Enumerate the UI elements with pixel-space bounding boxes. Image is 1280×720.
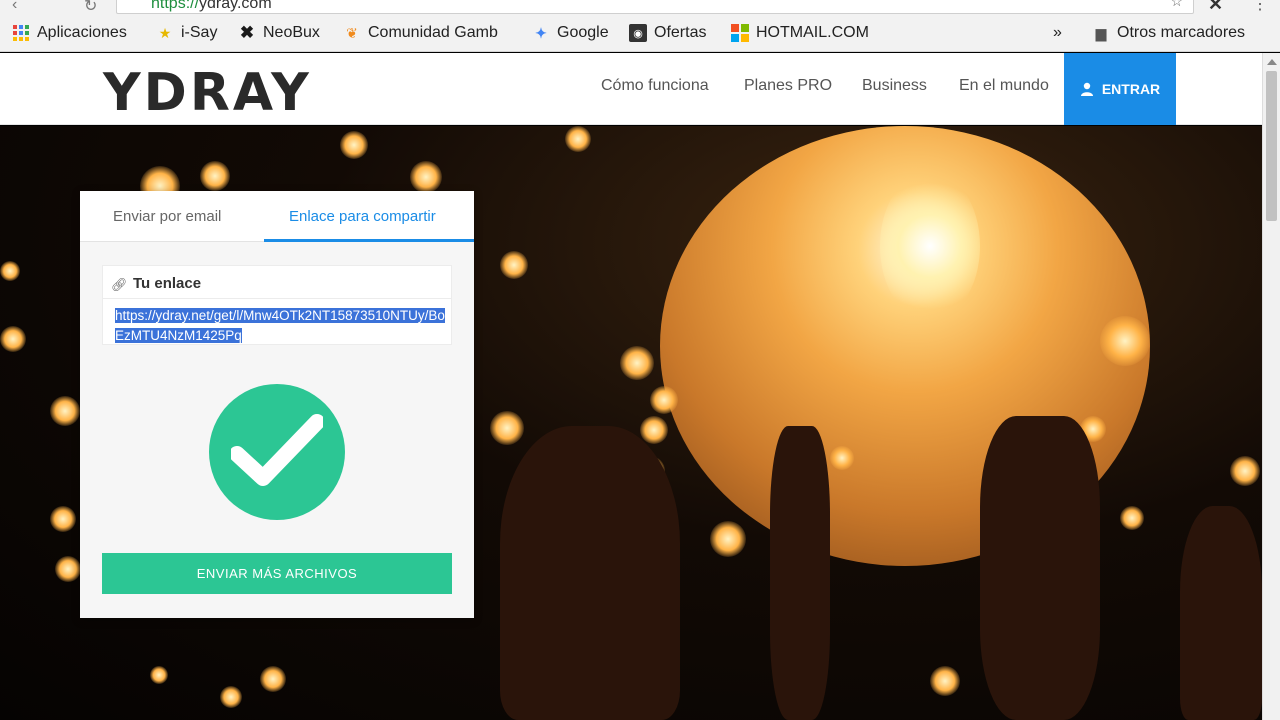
link-label: Tu enlace [133, 275, 202, 292]
nav-business[interactable]: Business [862, 77, 927, 95]
bookmark-neobux[interactable]: ✖ NeoBux [238, 23, 320, 42]
nav-en-el-mundo[interactable]: En el mundo [959, 77, 1049, 95]
nav-como-funciona[interactable]: Cómo funciona [601, 77, 709, 95]
login-button[interactable]: ENTRAR [1064, 53, 1176, 125]
scroll-thumb[interactable] [1266, 71, 1277, 221]
share-link-text[interactable]: https://ydray.net/get/l/Mnw4OTk2NT158735… [115, 306, 445, 346]
bookmark-star-icon[interactable]: ☆ [1170, 0, 1183, 10]
address-bar[interactable]: https://ydray.com ☆ [116, 0, 1194, 14]
link-icon: 🔗︎ [111, 277, 128, 292]
menu-icon[interactable]: ⋮ [1252, 0, 1268, 14]
tab-enlace-compartir[interactable]: Enlace para compartir [289, 208, 436, 225]
share-link-box: 🔗︎ Tu enlace https://ydray.net/get/l/Mnw… [102, 265, 452, 345]
tab-enviar-email[interactable]: Enviar por email [113, 208, 221, 225]
bookmarks-bar: Aplicaciones ★ i-Say ✖ NeoBux ❦ Comunida… [0, 16, 1280, 52]
bookmark-isay[interactable]: ★ i-Say [156, 24, 218, 42]
bookmark-comunidad[interactable]: ❦ Comunidad Gamb [343, 24, 514, 42]
share-card: Enviar por email Enlace para compartir 🔗… [80, 191, 474, 618]
url-text: https://ydray.com [151, 0, 272, 12]
bookmarks-overflow-button[interactable]: » [1053, 24, 1062, 42]
other-bookmarks-folder[interactable]: ▆ Otros marcadores [1092, 24, 1245, 42]
active-tab-indicator [264, 239, 474, 242]
bookmark-aplicaciones[interactable]: Aplicaciones [12, 24, 127, 42]
browser-toolbar: ‹ ↻ https://ydray.com ☆ ✕ ⋮ [0, 0, 1280, 16]
divider [103, 298, 451, 299]
extension-icon[interactable]: ✕ [1208, 0, 1223, 15]
page-scrollbar[interactable] [1262, 53, 1280, 720]
windows-icon [731, 24, 749, 42]
back-icon[interactable]: ‹ [12, 0, 17, 14]
bookmark-google[interactable]: ✦ Google [532, 24, 608, 42]
reload-icon[interactable]: ↻ [84, 0, 97, 16]
flame-icon: ❦ [346, 24, 358, 41]
bookmark-ofertas[interactable]: ◉ Ofertas [629, 24, 706, 42]
success-check-icon [209, 384, 345, 520]
apps-grid-icon [12, 24, 30, 42]
user-icon [1080, 82, 1093, 96]
lantern-flame [880, 171, 980, 321]
nav-planes-pro[interactable]: Planes PRO [744, 77, 832, 95]
google-icon: ✦ [535, 24, 547, 41]
send-more-files-button[interactable]: ENVIAR MÁS ARCHIVOS [102, 553, 452, 594]
ofertas-icon: ◉ [629, 24, 647, 42]
folder-icon: ▆ [1095, 24, 1107, 41]
bookmark-hotmail[interactable]: HOTMAIL.COM [731, 24, 869, 42]
card-tabs: Enviar por email Enlace para compartir [80, 191, 474, 242]
neobux-icon: ✖ [239, 23, 255, 42]
site-header: YDRAY Cómo funciona Planes PRO Business … [0, 53, 1262, 125]
scroll-up-icon[interactable] [1267, 59, 1277, 65]
site-logo[interactable]: YDRAY [103, 63, 312, 123]
star-icon: ★ [158, 24, 172, 41]
